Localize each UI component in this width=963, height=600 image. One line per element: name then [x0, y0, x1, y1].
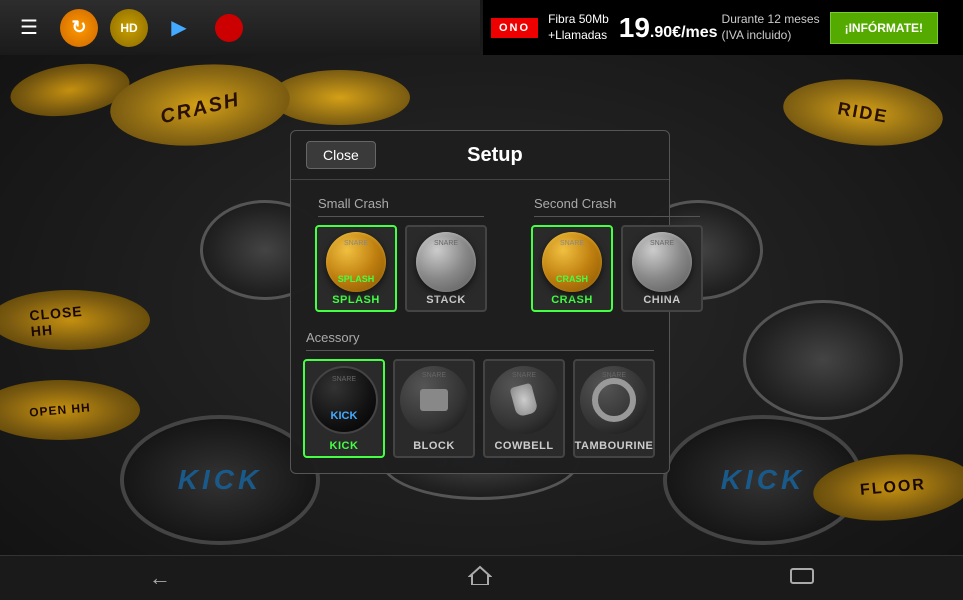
block-item[interactable]: SNARE BLOCK [393, 359, 475, 458]
tambourine-name: TAMBOURINE [575, 440, 654, 452]
second-crash-label: Second Crash [519, 188, 715, 216]
kick-knob: KICK SNARE [310, 366, 378, 434]
accessory-divider [306, 350, 654, 351]
ad-banner[interactable]: ONO Fibra 50Mb +Llamadas 19.90€/mes Dura… [483, 0, 963, 55]
home-button[interactable] [468, 565, 492, 591]
second-crash-divider [534, 216, 700, 217]
ride-cymbal[interactable]: RIDE [780, 73, 945, 152]
menu-button[interactable]: ☰ [10, 9, 48, 47]
bottom-nav: ← [0, 555, 963, 600]
ad-text: Fibra 50Mb +Llamadas [548, 12, 609, 43]
splash-knob-label: SPLASH [326, 274, 386, 284]
crash-label: CRASH [158, 89, 242, 130]
accessory-items: KICK SNARE KICK SNARE BLOCK SNARE COW [291, 359, 669, 458]
close-button[interactable]: Close [306, 141, 376, 169]
stack-item[interactable]: SNARE STACK [405, 225, 487, 312]
recent-apps-button[interactable] [790, 565, 814, 591]
small-crash-divider [318, 216, 484, 217]
china-item[interactable]: SNARE CHINA [621, 225, 703, 312]
open-hh-label: OPEN HH [29, 400, 92, 419]
record-icon [215, 14, 243, 42]
accessory-section: Acessory KICK SNARE KICK SNARE BLOCK [291, 322, 669, 458]
floor-label: FLOOR [859, 476, 926, 500]
small-crash-items: SPLASH SNARE SPLASH SNARE STACK [303, 225, 499, 312]
cowbell-knob: SNARE [490, 366, 558, 434]
home-icon [468, 565, 492, 585]
setup-dialog: Close Setup Small Crash SPLASH SNARE SPL… [290, 130, 670, 474]
kick-right-label: KICK [721, 464, 805, 496]
close-hh-cymbal[interactable]: CLOSE HH [0, 290, 150, 350]
kick-name: KICK [330, 440, 359, 452]
dialog-header: Close Setup [291, 131, 669, 180]
kick-knob-label: KICK [312, 410, 376, 422]
china-knob: SNARE [632, 232, 692, 292]
small-crash-label: Small Crash [303, 188, 499, 216]
refresh-icon: ↻ [71, 17, 86, 38]
ad-brand: ONO [491, 18, 538, 38]
crash-item[interactable]: CRASH SNARE CRASH [531, 225, 613, 312]
tom3-drum[interactable] [743, 300, 903, 420]
block-knob: SNARE [400, 366, 468, 434]
close-hh-label: CLOSE HH [29, 301, 111, 340]
crash-cymbal[interactable]: CRASH [107, 57, 293, 152]
small-crash-section: Small Crash SPLASH SNARE SPLASH SNARE ST… [303, 188, 499, 312]
crash-knob-label: CRASH [542, 274, 602, 284]
dialog-title: Setup [396, 144, 594, 167]
top-toolbar: ☰ ↻ HD ▶ [0, 0, 480, 55]
block-shape [420, 389, 448, 411]
accessory-label: Acessory [291, 322, 669, 350]
cowbell-name: COWBELL [494, 440, 553, 452]
ad-price: 19.90€/mes [619, 12, 718, 44]
kick-left-label: KICK [178, 464, 262, 496]
tambourine-ring [592, 378, 636, 422]
refresh-button[interactable]: ↻ [60, 9, 98, 47]
stack-name: STACK [426, 294, 466, 306]
kick-item[interactable]: KICK SNARE KICK [303, 359, 385, 458]
ride-label: RIDE [836, 98, 890, 128]
bg-cymbal-top [270, 70, 410, 125]
record-button[interactable] [210, 9, 248, 47]
ad-price-note: Durante 12 meses (IVA incluido) [722, 12, 820, 43]
cowbell-shape [509, 383, 538, 418]
stack-knob: SNARE [416, 232, 476, 292]
recent-apps-icon [790, 567, 814, 585]
play-button[interactable]: ▶ [160, 9, 198, 47]
hd-button[interactable]: HD [110, 9, 148, 47]
crash-knob: CRASH SNARE [542, 232, 602, 292]
tambourine-item[interactable]: SNARE TAMBOURINE [573, 359, 655, 458]
crash-name: CRASH [551, 294, 593, 306]
hd-icon: HD [120, 21, 137, 35]
splash-name: SPLASH [332, 294, 380, 306]
second-crash-items: CRASH SNARE CRASH SNARE CHINA [519, 225, 715, 312]
cowbell-item[interactable]: SNARE COWBELL [483, 359, 565, 458]
tambourine-knob: SNARE [580, 366, 648, 434]
ad-line1: Fibra 50Mb [548, 12, 609, 28]
splash-item[interactable]: SPLASH SNARE SPLASH [315, 225, 397, 312]
block-name: BLOCK [413, 440, 455, 452]
menu-icon: ☰ [20, 15, 38, 40]
play-icon: ▶ [171, 15, 186, 40]
splash-knob: SPLASH SNARE [326, 232, 386, 292]
second-crash-section: Second Crash CRASH SNARE CRASH SNARE CHI… [519, 188, 715, 312]
back-button[interactable]: ← [149, 565, 171, 591]
ad-line2: +Llamadas [548, 28, 609, 44]
ad-cta-button[interactable]: ¡INFÓRMATE! [830, 12, 938, 44]
open-hh-cymbal[interactable]: OPEN HH [0, 380, 140, 440]
china-name: CHINA [643, 294, 680, 306]
